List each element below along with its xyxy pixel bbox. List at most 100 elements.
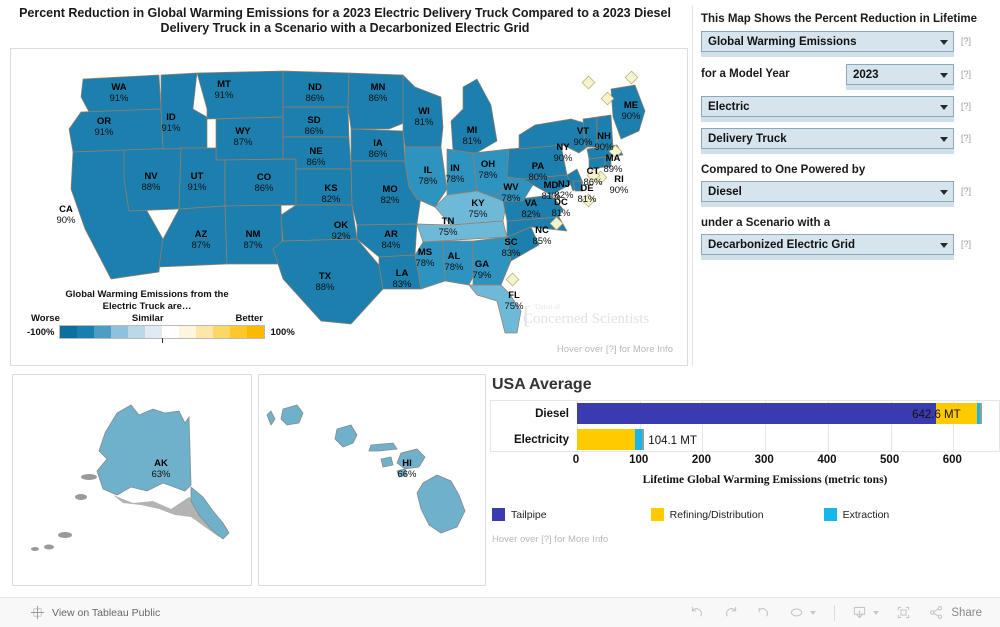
chevron-down-icon[interactable] [873, 610, 880, 615]
vehicle-dropdown[interactable]: Delivery Truck [701, 128, 954, 154]
legend-swatch [650, 508, 664, 521]
x-tick-600: 600 [942, 454, 962, 466]
chart-plot-area[interactable]: Diesel 642.6 MT Electricity 104.1 MT [490, 400, 1000, 452]
chevron-down-icon[interactable] [940, 242, 948, 248]
tableau-public-link[interactable]: View on Tableau Public [30, 605, 160, 620]
page-title: Percent Reduction in Global Warming Emis… [19, 6, 671, 35]
share-button[interactable]: Share [928, 604, 982, 621]
bar-row[interactable]: Diesel 642.6 MT [491, 401, 999, 427]
undo-icon[interactable] [689, 604, 706, 621]
bar-segment-tailpipe[interactable] [577, 403, 936, 424]
download-icon[interactable] [851, 604, 880, 621]
metric-dropdown-value: Global Warming Emissions [708, 35, 857, 48]
legend-swatch-1 [230, 326, 248, 338]
marker-fl [505, 272, 520, 287]
alaska-map-svg[interactable] [13, 375, 251, 585]
state-shape-vt [582, 116, 598, 148]
tableau-public-label: View on Tableau Public [52, 606, 161, 619]
chevron-down-icon[interactable] [810, 610, 817, 615]
inset-ak-value: 63% [151, 469, 171, 480]
bar-total-label: 104.1 MT [648, 435, 697, 447]
compare-fuel-dropdown-value: Diesel [708, 185, 742, 198]
model-year-label: for a Model Year [701, 68, 790, 80]
chevron-down-icon[interactable] [940, 72, 948, 78]
vehicle-help-icon[interactable]: [?] [961, 128, 971, 143]
bar-segment-extraction[interactable] [635, 429, 643, 450]
compare-help-icon[interactable]: [?] [961, 181, 971, 196]
usa-average-chart: USA Average Diesel 642.6 MT Electricity 104… [490, 376, 1000, 561]
state-shape-ia [350, 128, 406, 162]
powertrain-help-icon[interactable]: [?] [961, 96, 971, 111]
legend-swatch-0 [247, 326, 265, 338]
year-dropdown-value: 2023 [853, 68, 879, 81]
map-color-legend: Global Warming Emissions from the Electr… [27, 289, 295, 343]
x-tick-500: 500 [880, 454, 900, 466]
chart-title: USA Average [492, 376, 592, 393]
map-hover-note: Hover over [?] for More Info [556, 344, 673, 355]
marker-ma [624, 70, 639, 85]
state-shape-mn [347, 72, 410, 130]
year-help-icon[interactable]: [?] [961, 64, 971, 79]
legend-cat-worse: Worse [31, 313, 60, 324]
state-shape-az [158, 205, 228, 268]
scenario-dropdown[interactable]: Decarbonized Electric Grid [701, 234, 954, 260]
legend-swatch-3 [196, 326, 214, 338]
state-shape-mi [450, 78, 498, 156]
metric-help-icon[interactable]: [?] [961, 31, 971, 46]
state-shape-me [610, 84, 646, 140]
revert-icon[interactable] [755, 604, 772, 621]
inset-label-ak: AK 63% [131, 458, 191, 480]
state-shape-wy [215, 116, 284, 161]
chart-x-axis: 0 100 200 300 400 500 600 [490, 454, 1000, 472]
legend-cat-similar: Similar [131, 313, 164, 324]
chevron-down-icon[interactable] [940, 136, 948, 142]
legend-swatch-11 [60, 326, 78, 338]
hawaii-map-svg[interactable] [259, 375, 485, 585]
chevron-down-icon[interactable] [940, 104, 948, 110]
chart-legend[interactable]: Tailpipe Refining/Distribution Extraction [490, 508, 1000, 521]
state-shape-ak [96, 404, 192, 496]
ak-island-5 [31, 547, 39, 551]
hi-niihau [266, 410, 276, 426]
bar-segment-refining-distribution[interactable] [577, 429, 636, 450]
alaska-inset-panel[interactable]: AK 63% [12, 374, 252, 586]
us-map-panel[interactable]: WA 91% OR 91% CA 90% NV 88% ID 91% MT 91% WY 87% UT 91%… [10, 48, 688, 366]
legend-item-extraction[interactable]: Extraction [823, 508, 890, 521]
legend-swatch-10 [77, 326, 95, 338]
filter-controls-panel[interactable]: This Map Shows the Percent Reduction in … [692, 6, 1000, 366]
x-tick-300: 300 [754, 454, 774, 466]
bottom-toolbar[interactable]: View on Tableau Public Share [0, 597, 1000, 627]
inset-hi-abbrev: HI [402, 458, 412, 469]
fullscreen-icon[interactable] [895, 604, 912, 621]
state-shape-al [442, 240, 474, 286]
powertrain-dropdown[interactable]: Electric [701, 96, 954, 122]
legend-min-value: -100% [27, 326, 55, 338]
redo-icon[interactable] [722, 604, 739, 621]
legend-label: Refining/Distribution [669, 508, 764, 521]
scenario-help-icon[interactable]: [?] [961, 234, 971, 249]
bar-row[interactable]: Electricity 104.1 MT [491, 427, 999, 453]
state-shape-tx [272, 238, 384, 325]
state-shape-de [572, 180, 584, 192]
legend-label: Extraction [842, 508, 890, 521]
state-shape-ms [414, 240, 446, 290]
legend-item-refining-distribution[interactable]: Refining/Distribution [650, 508, 764, 521]
state-shape-or [68, 108, 164, 153]
metric-dropdown[interactable]: Global Warming Emissions [701, 31, 954, 57]
legend-item-tailpipe[interactable]: Tailpipe [492, 508, 547, 521]
chevron-down-icon[interactable] [940, 39, 948, 45]
share-label: Share [951, 606, 982, 619]
legend-title-line2: Electric Truck are… [102, 300, 192, 312]
x-tick-100: 100 [629, 454, 649, 466]
state-shape-co [224, 158, 297, 207]
chart-x-axis-title: Lifetime Global Warming Emissions (metri… [642, 474, 888, 486]
compare-fuel-dropdown[interactable]: Diesel [701, 181, 954, 207]
hawaii-inset-panel[interactable]: HI 66% [258, 374, 486, 586]
state-shape-wa [80, 74, 162, 113]
logo-line1: Union of [535, 303, 561, 311]
state-shape-sd [282, 106, 350, 138]
year-dropdown[interactable]: 2023 [846, 64, 954, 90]
chevron-down-icon[interactable] [940, 189, 948, 195]
legend-swatch-5 [162, 326, 180, 338]
refresh-icon[interactable] [788, 604, 817, 621]
